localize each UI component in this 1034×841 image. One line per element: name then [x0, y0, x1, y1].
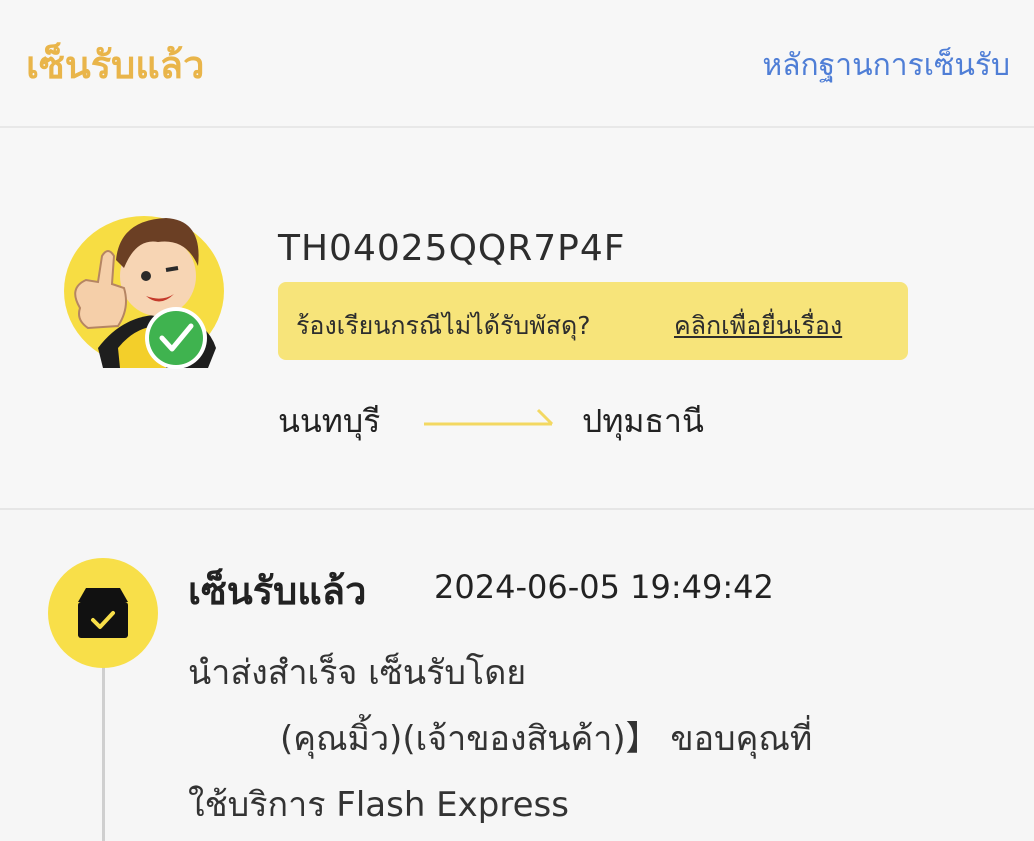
mascot-avatar — [58, 198, 234, 374]
event-title: เซ็นรับแล้ว — [188, 569, 367, 613]
box-check-icon — [78, 588, 128, 638]
mascot-icon — [74, 218, 216, 369]
file-complaint-link[interactable]: คลิกเพื่อยื่นเรื่อง — [674, 306, 842, 346]
destination-province: ปทุมธานี — [582, 402, 704, 440]
arrow-right-icon — [424, 408, 554, 426]
event-description: นำส่งสำเร็จ เซ็นรับโดย (คุณมิ้ว)(เจ้าของ… — [188, 640, 988, 838]
complaint-prompt: ร้องเรียนกรณีไม่ได้รับพัสดุ? — [296, 311, 591, 340]
signature-proof-link[interactable]: หลักฐานการเซ็นรับ — [762, 42, 1010, 89]
tracking-number: TH04025QQR7P4F — [278, 228, 626, 269]
complaint-banner: ร้องเรียนกรณีไม่ได้รับพัสดุ? คลิกเพื่อยื… — [278, 282, 908, 360]
parcel-card: TH04025QQR7P4F ร้องเรียนกรณีไม่ได้รับพัส… — [0, 128, 1034, 510]
event-line-2: (คุณมิ้ว)(เจ้าของสินค้า)】 ขอบคุณที่ — [280, 719, 813, 759]
event-line-3: ใช้บริการ Flash Express — [188, 785, 569, 825]
status-title: เซ็นรับแล้ว — [26, 43, 205, 87]
event-timestamp: 2024-06-05 19:49:42 — [434, 568, 774, 606]
event-line-1: นำส่งสำเร็จ เซ็นรับโดย — [188, 653, 527, 693]
timeline-status-dot — [48, 558, 158, 668]
timeline-line — [102, 665, 105, 841]
origin-province: นนทบุรี — [278, 402, 381, 440]
header: เซ็นรับแล้ว หลักฐานการเซ็นรับ — [0, 0, 1034, 128]
